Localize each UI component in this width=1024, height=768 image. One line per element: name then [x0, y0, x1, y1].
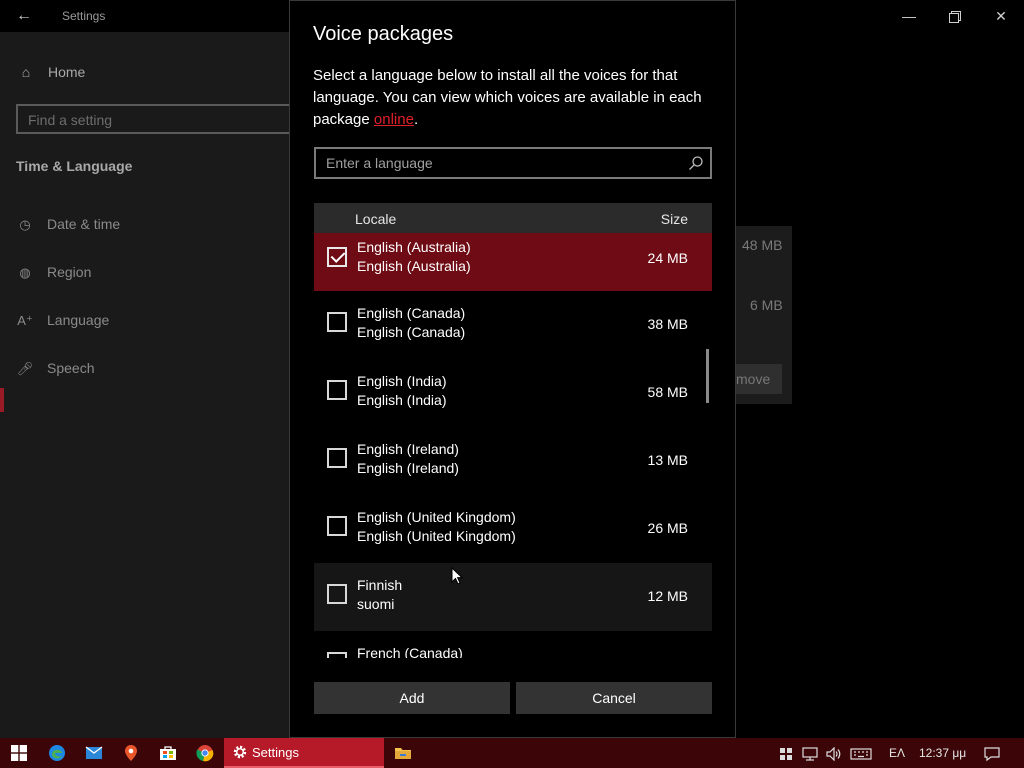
voice-package-checkbox[interactable]: [327, 516, 347, 536]
locale-name: English (Canada): [357, 305, 466, 321]
list-item[interactable]: English (United Kingdom) English (United …: [314, 495, 712, 563]
voice-package-list[interactable]: Locale Size English (Australia) English (…: [314, 203, 712, 658]
taskbar: Settings ΕΛ 12:37 μμ: [0, 738, 1024, 768]
network-icon[interactable]: [802, 738, 818, 768]
sidebar-section-title: Time & Language: [16, 158, 133, 174]
voice-package-checkbox[interactable]: [327, 652, 347, 658]
locale-name: English (India): [357, 373, 447, 389]
sidebar-item-label: Region: [47, 264, 92, 280]
edge-icon[interactable]: [45, 741, 69, 765]
close-icon[interactable]: ✕: [978, 0, 1024, 32]
voice-package-checkbox[interactable]: [327, 380, 347, 400]
calendar-clock-icon: ◷: [19, 217, 31, 232]
background-size: 6 MB: [750, 297, 783, 313]
package-size: 12 MB: [647, 588, 688, 604]
list-item[interactable]: English (India) English (India) 58 MB: [314, 359, 712, 427]
package-size: 58 MB: [647, 384, 688, 400]
package-size: 38 MB: [647, 316, 688, 332]
windows-start-icon[interactable]: [7, 741, 31, 765]
sidebar-item-home[interactable]: ⌂ Home: [16, 64, 86, 84]
column-header-locale[interactable]: Locale: [355, 211, 396, 227]
online-link[interactable]: online: [374, 111, 414, 128]
sidebar-item-speech[interactable]: 🎤︎ Speech: [16, 360, 95, 382]
voice-packages-dialog: Voice packages Select a language below t…: [289, 0, 736, 738]
list-item[interactable]: English (Canada) English (Canada) 38 MB: [314, 291, 712, 359]
list-scrollbar[interactable]: [706, 349, 709, 403]
voice-package-checkbox[interactable]: [327, 312, 347, 332]
column-header-size[interactable]: Size: [661, 211, 688, 227]
locale-name: English (United Kingdom): [357, 509, 516, 525]
list-rows: English (Australia) English (Australia) 24…: [314, 233, 712, 658]
find-setting-input[interactable]: Find a setting: [16, 104, 306, 134]
minimize-icon[interactable]: —: [886, 0, 932, 32]
package-size: 26 MB: [647, 520, 688, 536]
locale-native-name: English (United Kingdom): [357, 528, 516, 544]
back-arrow-icon[interactable]: ←: [12, 6, 36, 26]
locale-name: Finnish: [357, 577, 403, 593]
volume-icon[interactable]: [826, 738, 842, 768]
locale-name: French (Canada): [357, 645, 463, 658]
file-explorer-icon[interactable]: [391, 741, 415, 765]
sidebar-item-label: Language: [47, 312, 110, 328]
list-item[interactable]: Finnish suomi 12 MB: [314, 563, 712, 631]
cancel-button[interactable]: Cancel: [516, 682, 712, 714]
find-setting-placeholder: Find a setting: [28, 112, 113, 128]
locale-native-name: English (India): [357, 392, 447, 408]
dialog-title: Voice packages: [313, 23, 454, 45]
background-size: 48 MB: [742, 237, 783, 253]
input-language-indicator[interactable]: ΕΛ: [889, 738, 905, 768]
clock[interactable]: 12:37 μμ: [919, 738, 966, 768]
people-icon[interactable]: [779, 738, 793, 768]
package-size: 24 MB: [647, 250, 688, 266]
description-suffix: .: [413, 111, 419, 128]
locale-name: English (Australia): [357, 239, 471, 255]
gear-icon: [233, 745, 247, 759]
window-title: Settings: [62, 9, 106, 23]
maps-pin-icon[interactable]: [119, 741, 143, 765]
list-item[interactable]: French (Canada): [314, 631, 712, 658]
store-icon[interactable]: [156, 741, 180, 765]
locale-name: English (Ireland): [357, 441, 459, 457]
mail-icon[interactable]: [82, 741, 106, 765]
home-icon: ⌂: [21, 64, 31, 80]
package-size: 13 MB: [647, 452, 688, 468]
locale-native-name: English (Australia): [357, 258, 471, 274]
dialog-description: Select a language below to install all t…: [313, 65, 713, 131]
list-header: Locale Size: [314, 203, 712, 233]
background-remove-button[interactable]: move: [734, 364, 782, 394]
mouse-cursor-icon: [451, 567, 463, 585]
locale-native-name: suomi: [357, 596, 395, 612]
list-item[interactable]: English (Ireland) English (Ireland) 13 MB: [314, 427, 712, 495]
voice-package-checkbox[interactable]: [327, 448, 347, 468]
locale-native-name: English (Ireland): [357, 460, 459, 476]
action-center-icon[interactable]: [984, 738, 1000, 768]
sidebar-item-language[interactable]: A⁺ Language: [16, 312, 109, 334]
keyboard-icon[interactable]: [850, 738, 872, 768]
sidebar-home-label: Home: [48, 64, 86, 80]
list-item[interactable]: English (Australia) English (Australia) 24…: [314, 233, 712, 291]
language-search-box: [314, 147, 712, 179]
locale-native-name: English (Canada): [357, 324, 466, 340]
restore-icon[interactable]: [932, 0, 978, 32]
active-indicator: [0, 388, 4, 412]
sidebar-item-label: Speech: [47, 360, 95, 376]
search-icon[interactable]: [688, 155, 704, 171]
microphone-icon: 🎤︎: [16, 361, 34, 376]
sidebar-item-region[interactable]: ◍ Region: [16, 264, 91, 286]
globe-icon: ◍: [19, 265, 31, 280]
chrome-icon[interactable]: [193, 741, 217, 765]
taskbar-app-label: Settings: [252, 745, 299, 760]
taskbar-app-settings[interactable]: Settings: [224, 738, 384, 768]
language-search-input[interactable]: [316, 149, 676, 177]
language-icon: A⁺: [17, 313, 33, 328]
sidebar: ⌂ Home Find a setting Time & Language ◷ Da…: [0, 32, 306, 738]
voice-package-checkbox[interactable]: [327, 584, 347, 604]
add-button[interactable]: Add: [314, 682, 510, 714]
sidebar-item-date-time[interactable]: ◷ Date & time: [16, 216, 120, 238]
voice-package-checkbox[interactable]: [327, 247, 347, 267]
description-text: Select a language below to install all t…: [313, 67, 702, 128]
sidebar-item-label: Date & time: [47, 216, 121, 232]
